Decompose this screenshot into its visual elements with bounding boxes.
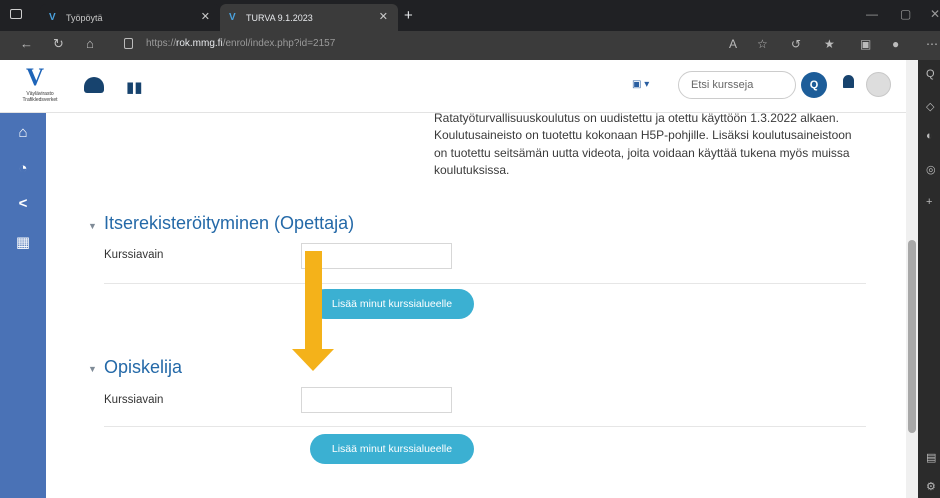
collapse-drawer-icon[interactable]: <: [0, 195, 46, 212]
collections-icon[interactable]: ▣: [860, 37, 871, 51]
annotation-arrow-head: [292, 349, 334, 371]
course-key-label: Kurssiavain: [104, 249, 164, 261]
tab-title: Työpöytä: [66, 12, 103, 23]
search-button[interactable]: Q: [801, 72, 827, 98]
url-text[interactable]: https://rok.mmg.fi/enrol/index.php?id=21…: [146, 38, 335, 49]
home-nav-icon[interactable]: ⌂: [0, 124, 46, 141]
logo-text-line2: Trafikledsverket: [22, 97, 58, 103]
profile-icon[interactable]: ●: [892, 37, 899, 51]
course-key-input-student[interactable]: [301, 387, 452, 413]
user-avatar[interactable]: [866, 72, 891, 97]
site-logo[interactable]: V: [26, 64, 44, 92]
new-tab-icon[interactable]: +: [404, 7, 413, 24]
my-courses-icon[interactable]: ▮▮: [126, 78, 143, 96]
annotation-arrow-shaft: [305, 251, 322, 349]
dashboard-icon[interactable]: [84, 77, 104, 93]
site-favicon-icon: V: [229, 12, 236, 23]
calendar-nav-icon[interactable]: ▦: [0, 233, 46, 251]
sidebar-settings-icon[interactable]: ⚙: [926, 480, 936, 493]
tab-title: TURVA 9.1.2023: [246, 12, 313, 23]
sidebar-shopping-icon[interactable]: ◇: [926, 100, 934, 113]
more-menu-icon[interactable]: ⋯: [926, 37, 938, 51]
scrollbar-thumb[interactable]: [908, 240, 916, 433]
favorites-icon[interactable]: ★: [824, 37, 835, 51]
course-key-label: Kurssiavain: [104, 394, 164, 406]
close-window-icon[interactable]: ✕: [930, 7, 940, 21]
refresh-extension-icon[interactable]: ↺: [791, 37, 801, 51]
site-favicon-icon: V: [49, 12, 56, 23]
home-icon[interactable]: ⌂: [86, 36, 94, 51]
section-title-student[interactable]: Opiskelija: [104, 357, 182, 378]
lock-icon[interactable]: [124, 38, 133, 49]
back-icon[interactable]: ←: [20, 36, 33, 51]
divider: [104, 283, 866, 284]
read-aloud-icon[interactable]: A: [729, 37, 737, 51]
divider: [104, 426, 866, 427]
minimize-icon[interactable]: —: [866, 7, 878, 21]
sidebar-office-icon[interactable]: ◐: [926, 130, 933, 142]
close-tab-icon[interactable]: ✕: [379, 10, 388, 23]
favorite-star-icon[interactable]: ☆: [757, 37, 768, 51]
collapse-chevron-icon[interactable]: ▼: [88, 221, 97, 231]
browser-tab-tyopoyta[interactable]: V Työpöytä ✕: [40, 4, 220, 31]
enrol-me-button-teacher[interactable]: Lisää minut kurssialueelle: [310, 289, 474, 319]
restore-icon[interactable]: ▢: [900, 7, 911, 21]
search-icon: Q: [809, 79, 819, 91]
section-title-teacher[interactable]: Itserekisteröityminen (Opettaja): [104, 213, 354, 234]
language-menu-icon[interactable]: ▣ ▾: [632, 79, 649, 90]
browser-tab-turva[interactable]: V TURVA 9.1.2023 ✕: [220, 4, 398, 31]
close-tab-icon[interactable]: ✕: [201, 10, 210, 23]
sidebar-search-icon[interactable]: Q: [926, 68, 935, 80]
enrol-me-button-student[interactable]: Lisää minut kurssialueelle: [310, 434, 474, 464]
sidebar-games-icon[interactable]: ◎: [926, 163, 936, 176]
sidebar-add-icon[interactable]: +: [926, 196, 932, 208]
sidebar-toggle-icon[interactable]: ▤: [926, 451, 936, 464]
course-search-input[interactable]: Etsi kursseja: [678, 71, 796, 99]
browser-sidebar: [918, 60, 940, 498]
collapse-chevron-icon[interactable]: ▼: [88, 364, 97, 374]
reload-icon[interactable]: ↻: [53, 36, 64, 52]
notifications-bell-icon[interactable]: [843, 75, 854, 88]
dashboard-nav-icon[interactable]: ◔: [0, 160, 46, 177]
course-key-input-teacher[interactable]: [301, 243, 452, 269]
course-description: Ratatyöturvallisuuskoulutus on uudistett…: [434, 111, 852, 177]
tab-actions-icon[interactable]: [10, 9, 22, 19]
